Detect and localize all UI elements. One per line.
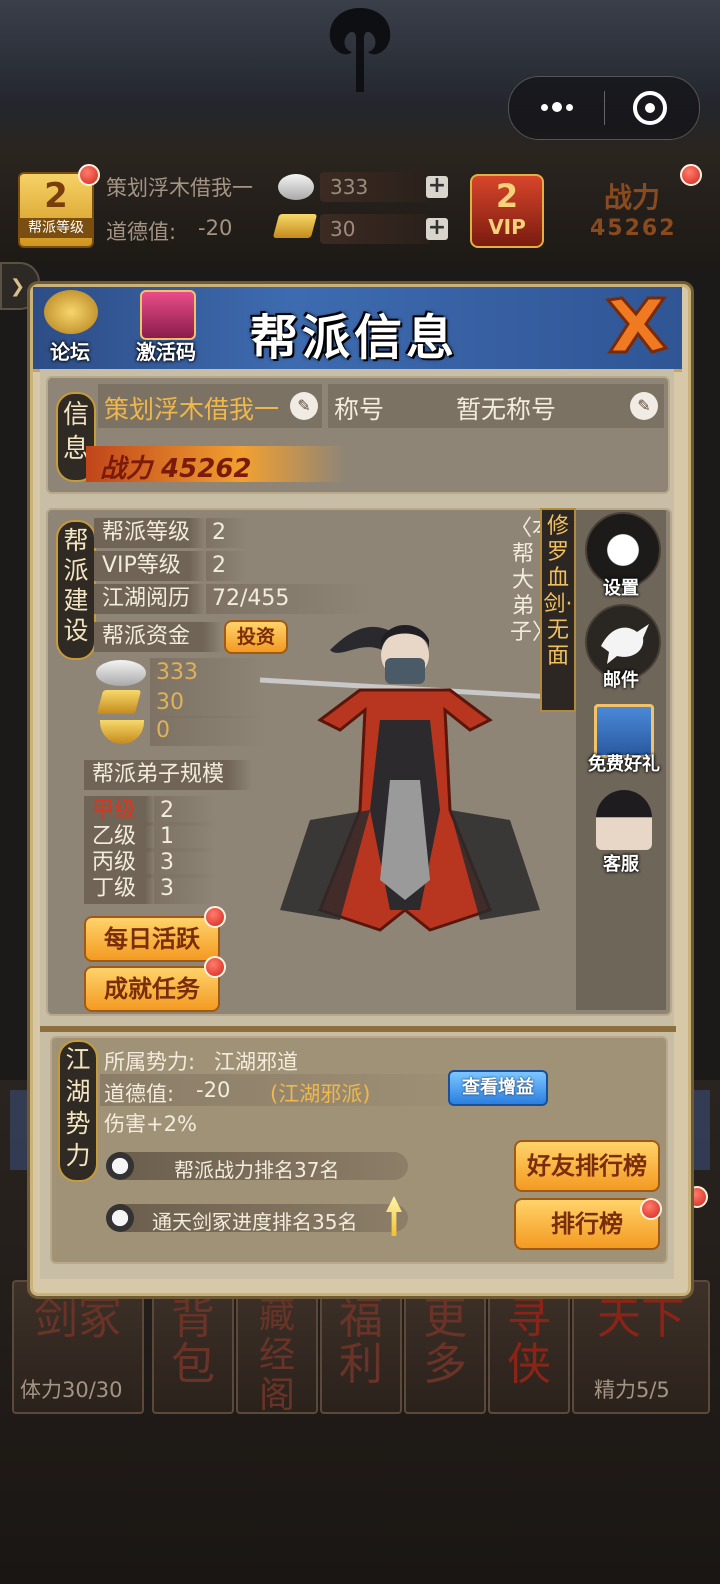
section-divider (40, 1026, 676, 1032)
morality-label: 道德值: (106, 220, 177, 244)
morality-label: 道德值: (104, 1082, 175, 1106)
nav-tile-label: 寻侠 (507, 1293, 551, 1390)
funds-label: 帮派资金 (94, 622, 222, 652)
faction-tag: 江湖势力 (58, 1040, 98, 1182)
vip-level-number: 2 (495, 177, 519, 215)
disciple-scale-label: 帮派弟子规模 (84, 760, 252, 790)
notification-dot (78, 164, 100, 186)
power-notification-dot (680, 164, 702, 186)
stamina-text: 体力30/30 (20, 1378, 123, 1402)
sword-tomb-rank-text: 通天剑冢进度排名35名 (152, 1210, 358, 1234)
close-icon[interactable] (600, 290, 670, 360)
forum-icon[interactable] (44, 290, 98, 334)
row-value: 2 (206, 551, 248, 581)
settings-label[interactable]: 设置 (576, 574, 666, 600)
yin-yang-icon (106, 1152, 134, 1180)
row-label: 江湖阅历 (94, 584, 206, 614)
morality-value: -20 (198, 216, 233, 240)
customer-service-label[interactable]: 客服 (576, 850, 666, 876)
nav-tile-bag[interactable]: 背包 (152, 1280, 234, 1414)
daily-active-button[interactable]: 每日活跃 (84, 916, 220, 962)
energy-text: 精力5/5 (594, 1378, 670, 1402)
vip-label: VIP (488, 215, 526, 239)
build-tag: 帮派建设 (56, 520, 96, 660)
title-value: 暂无称号 (456, 395, 557, 424)
capsule-divider (604, 91, 605, 125)
nav-tile-label: 藏经阁 (258, 1295, 295, 1416)
vip-badge[interactable]: 2 VIP (470, 174, 544, 248)
nav-tile-label: 更多 (423, 1293, 467, 1390)
disciple-caption: 〈本帮大弟子〉 (510, 516, 555, 645)
edit-title-brush-icon[interactable]: ✎ (630, 392, 658, 420)
title-label: 称号 (334, 395, 385, 424)
nav-tile-seek-hero[interactable]: 寻侠 (488, 1280, 570, 1414)
row-value: 2 (206, 518, 248, 548)
yin-yang-icon (106, 1204, 134, 1232)
achievement-task-button[interactable]: 成就任务 (84, 966, 220, 1012)
damage-bonus: 伤害+2% (104, 1112, 197, 1136)
ranking-button[interactable]: 排行榜 (514, 1198, 660, 1250)
gold-bar-icon (96, 690, 142, 714)
faction-value: 江湖邪道 (214, 1050, 298, 1074)
view-buff-button[interactable]: 查看增益 (448, 1070, 548, 1106)
add-silver-button[interactable]: + (426, 175, 448, 198)
notification-dot (204, 906, 226, 928)
gold-bar-icon (272, 214, 318, 238)
row-label: 帮派等级 (94, 518, 206, 548)
more-dots-icon[interactable] (537, 95, 577, 119)
morality-value: -20 (196, 1078, 231, 1102)
customer-service-avatar-icon[interactable] (596, 790, 652, 850)
add-gold-button[interactable]: + (426, 217, 448, 240)
notification-dot (204, 956, 226, 978)
guild-power: 战力 45262 (100, 454, 252, 484)
nav-tile-scripture-pavilion[interactable]: 藏经阁 (236, 1280, 318, 1416)
morality-note: (江湖邪派) (270, 1082, 371, 1106)
nav-tile-label: 福利 (339, 1293, 383, 1390)
power-label: 战力 (604, 181, 661, 214)
activation-code-label[interactable]: 激活码 (136, 336, 196, 365)
gift-box-icon[interactable] (140, 290, 196, 340)
player-name[interactable]: 策划浮木借我一 (106, 172, 253, 202)
mini-program-capsule (508, 76, 700, 140)
silver-ingot-icon (278, 174, 314, 200)
nav-tile-label: 背包 (171, 1293, 215, 1390)
grade-label: 丁级 (84, 874, 156, 904)
guild-name: 策划浮木借我一 (104, 395, 280, 424)
row-label: VIP等级 (94, 551, 206, 581)
panel-title: 帮派信息 (250, 310, 459, 366)
close-target-icon[interactable] (633, 91, 667, 125)
free-gift-label[interactable]: 免费好礼 (576, 750, 672, 776)
notification-dot (640, 1198, 662, 1220)
silver-ingot-icon (96, 660, 146, 686)
power-value: 45262 (590, 216, 677, 241)
grade-value: 3 (154, 874, 216, 904)
nav-tile-welfare[interactable]: 福利 (320, 1280, 402, 1414)
gold-amount: 30 (320, 214, 430, 244)
friend-ranking-button[interactable]: 好友排行榜 (514, 1140, 660, 1192)
guild-level-label: 帮派等级 (20, 218, 92, 238)
forum-label[interactable]: 论坛 (50, 336, 90, 365)
disciple-character-illustration (259, 625, 571, 932)
roof-ornament-icon (329, 8, 391, 92)
edit-name-brush-icon[interactable]: ✎ (290, 392, 318, 420)
disciple-name: 修罗血剑·无面 (540, 508, 576, 712)
nav-tile-more[interactable]: 更多 (404, 1280, 486, 1414)
faction-label: 所属势力: (104, 1050, 196, 1074)
power-rank-text: 帮派战力排名37名 (174, 1158, 340, 1182)
silver-amount: 333 (320, 172, 430, 202)
mail-label[interactable]: 邮件 (576, 666, 666, 692)
